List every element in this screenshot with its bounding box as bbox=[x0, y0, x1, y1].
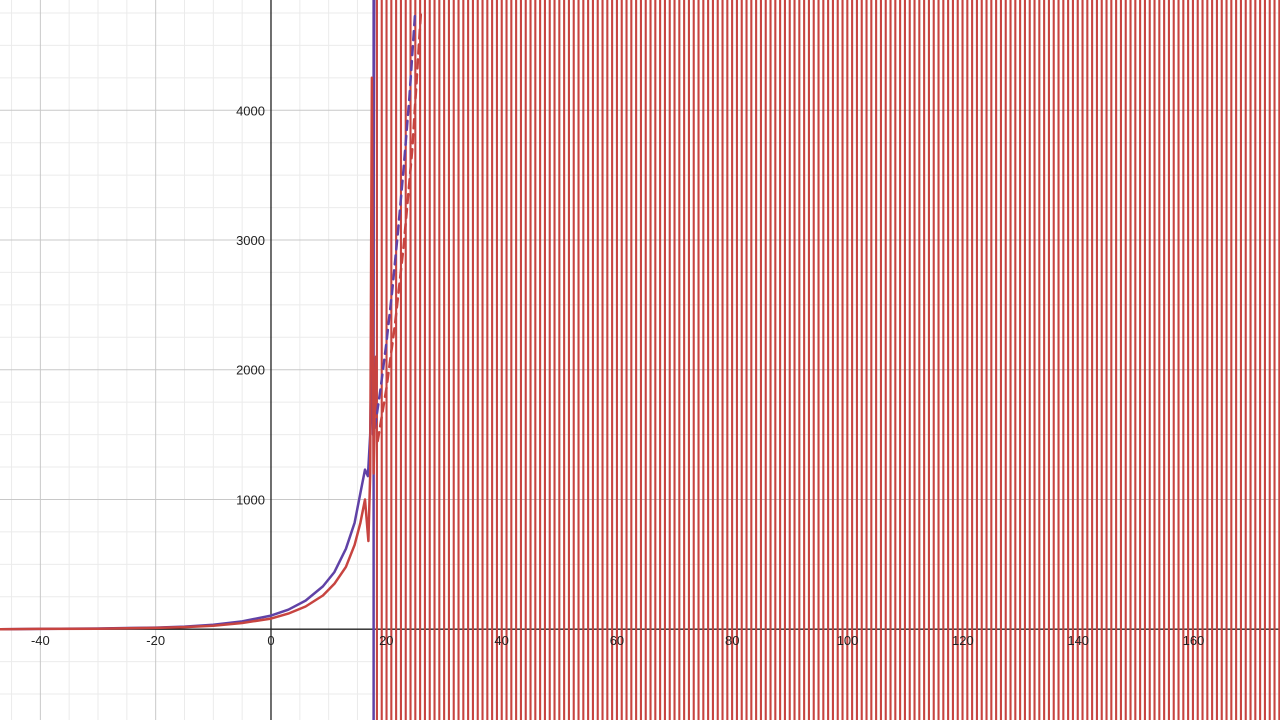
x-tick-label: 140 bbox=[1067, 633, 1089, 648]
y-tick-label: 4000 bbox=[236, 103, 265, 118]
x-tick-label: 120 bbox=[952, 633, 974, 648]
x-tick-label: 160 bbox=[1183, 633, 1205, 648]
x-tick-label: 80 bbox=[725, 633, 739, 648]
x-tick-label: -40 bbox=[31, 633, 50, 648]
y-tick-label: 3000 bbox=[236, 233, 265, 248]
x-tick-label: 40 bbox=[494, 633, 508, 648]
graph-canvas[interactable]: -40 -20 0 20 40 60 80 100 120 140 160 1000 2000 3000… bbox=[0, 0, 1280, 720]
series-line-red-solid bbox=[0, 76, 378, 631]
x-tick-label: 0 bbox=[267, 633, 274, 648]
x-tick-label: 60 bbox=[610, 633, 624, 648]
x-tick-label: 100 bbox=[837, 633, 859, 648]
y-tick-label: 1000 bbox=[236, 492, 265, 507]
x-tick-label: 20 bbox=[379, 633, 393, 648]
x-tick-labels: -40 -20 0 20 40 60 80 100 120 140 160 bbox=[31, 633, 1204, 648]
oscillation-region bbox=[372, 0, 1280, 720]
x-tick-label: -20 bbox=[146, 633, 165, 648]
series-line-purple-solid bbox=[0, 0, 376, 631]
y-tick-label: 2000 bbox=[236, 363, 265, 378]
